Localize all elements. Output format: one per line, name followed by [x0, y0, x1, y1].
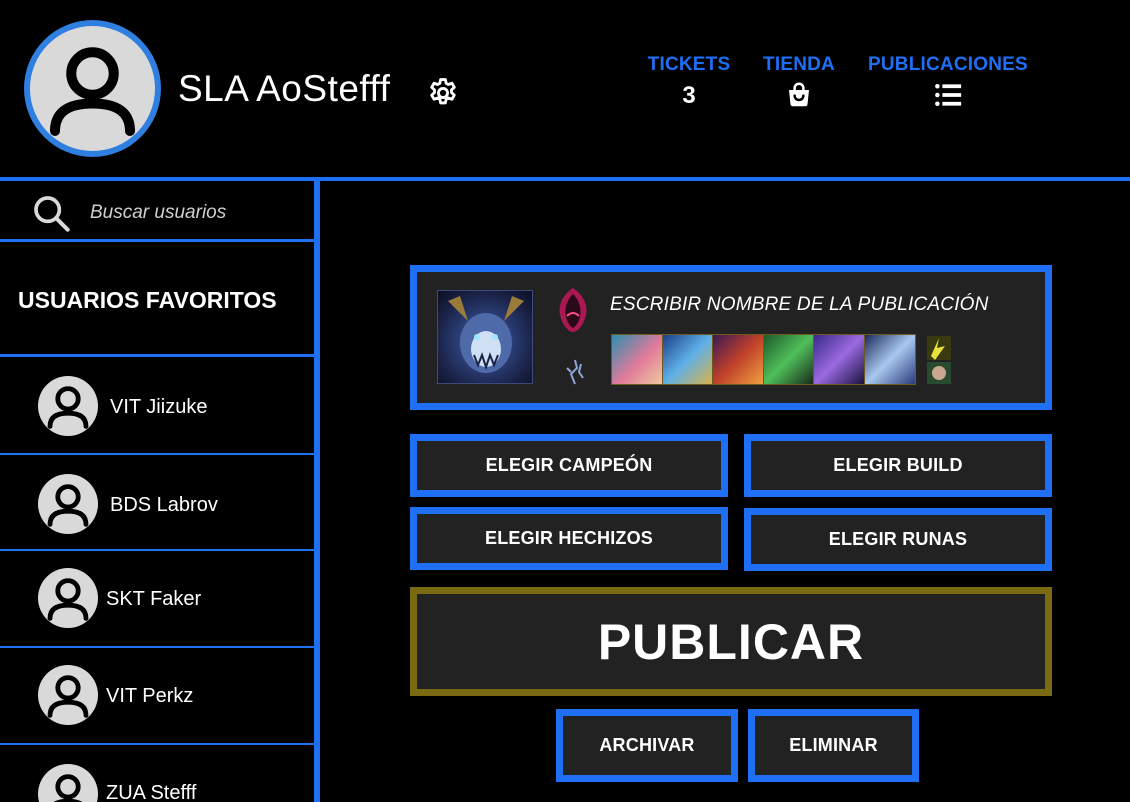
avatar	[38, 665, 98, 725]
publication-card: ESCRIBIR NOMBRE DE LA PUBLICACIÓN	[410, 265, 1052, 410]
item-slot	[864, 335, 915, 384]
favorite-user-name: VIT Perkz	[106, 685, 194, 707]
summoner-spell-icon[interactable]	[553, 286, 593, 334]
user-silhouette-icon	[47, 675, 89, 718]
user-silhouette-icon	[47, 578, 89, 621]
publicaciones-label: PUBLICACIONES	[868, 54, 1028, 75]
tickets-stat[interactable]: TICKETS 3	[647, 54, 731, 110]
user-silhouette-icon	[54, 774, 82, 802]
favorite-user-name: BDS Labrov	[110, 494, 218, 516]
user-silhouette-icon	[47, 386, 89, 429]
favorite-user[interactable]: VIT Jiizuke	[0, 357, 314, 453]
tienda-link[interactable]: TIENDA	[763, 54, 835, 110]
user-silhouette-icon	[47, 484, 89, 527]
favorite-user-name: ZUA Stefff	[106, 782, 197, 802]
avatar	[38, 764, 98, 802]
champion-portrait[interactable]	[437, 290, 533, 384]
rune-icon[interactable]	[563, 358, 587, 386]
item-slot	[713, 335, 764, 384]
sidebar: Buscar usuarios USUARIOS FAVORITOS VIT J…	[0, 181, 314, 802]
item-slot	[814, 335, 865, 384]
avatar	[38, 568, 98, 628]
publicaciones-link[interactable]: PUBLICACIONES	[868, 54, 1028, 110]
build-items[interactable]	[611, 334, 916, 385]
shopping-bag-icon	[789, 82, 809, 107]
tienda-label: TIENDA	[763, 54, 835, 75]
list-icon	[934, 84, 961, 106]
tickets-label: TICKETS	[647, 54, 731, 75]
item-slot	[763, 335, 814, 384]
gear-icon[interactable]	[426, 76, 460, 110]
favorite-user-name: SKT Faker	[106, 588, 202, 610]
choose-champion-button[interactable]: ELEGIR CAMPEÓN	[410, 434, 728, 497]
sidebar-divider	[314, 181, 320, 802]
search-input[interactable]: Buscar usuarios	[90, 202, 226, 224]
choose-spells-button[interactable]: ELEGIR HECHIZOS	[410, 507, 728, 570]
trinket-icon[interactable]	[925, 334, 953, 386]
divider	[0, 239, 314, 242]
favorite-user[interactable]: VIT Perkz	[0, 648, 314, 744]
item-slot	[612, 335, 663, 384]
profile-avatar[interactable]	[24, 20, 161, 157]
tickets-count: 3	[682, 82, 696, 109]
delete-button[interactable]: ELIMINAR	[748, 709, 919, 782]
choose-build-button[interactable]: ELEGIR BUILD	[744, 434, 1052, 497]
publication-title-input[interactable]: ESCRIBIR NOMBRE DE LA PUBLICACIÓN	[610, 294, 989, 316]
favorite-user[interactable]: SKT Faker	[0, 551, 314, 647]
favorite-user-name: VIT Jiizuke	[110, 396, 208, 418]
favorite-user[interactable]: ZUA Stefff	[0, 745, 314, 802]
search-icon	[34, 196, 70, 232]
publish-button[interactable]: PUBLICAR	[410, 587, 1052, 696]
avatar	[38, 474, 98, 534]
archive-button[interactable]: ARCHIVAR	[556, 709, 738, 782]
profile-username: SLA AoStefff	[178, 68, 391, 109]
search-bar[interactable]: Buscar usuarios	[0, 181, 314, 239]
favorite-user[interactable]: BDS Labrov	[0, 455, 314, 551]
user-silhouette-icon	[50, 47, 135, 136]
item-slot	[662, 335, 713, 384]
champion-portrait-image	[448, 296, 524, 373]
avatar	[38, 376, 98, 436]
favorites-title: USUARIOS FAVORITOS	[18, 287, 277, 313]
choose-runes-button[interactable]: ELEGIR RUNAS	[744, 508, 1052, 571]
